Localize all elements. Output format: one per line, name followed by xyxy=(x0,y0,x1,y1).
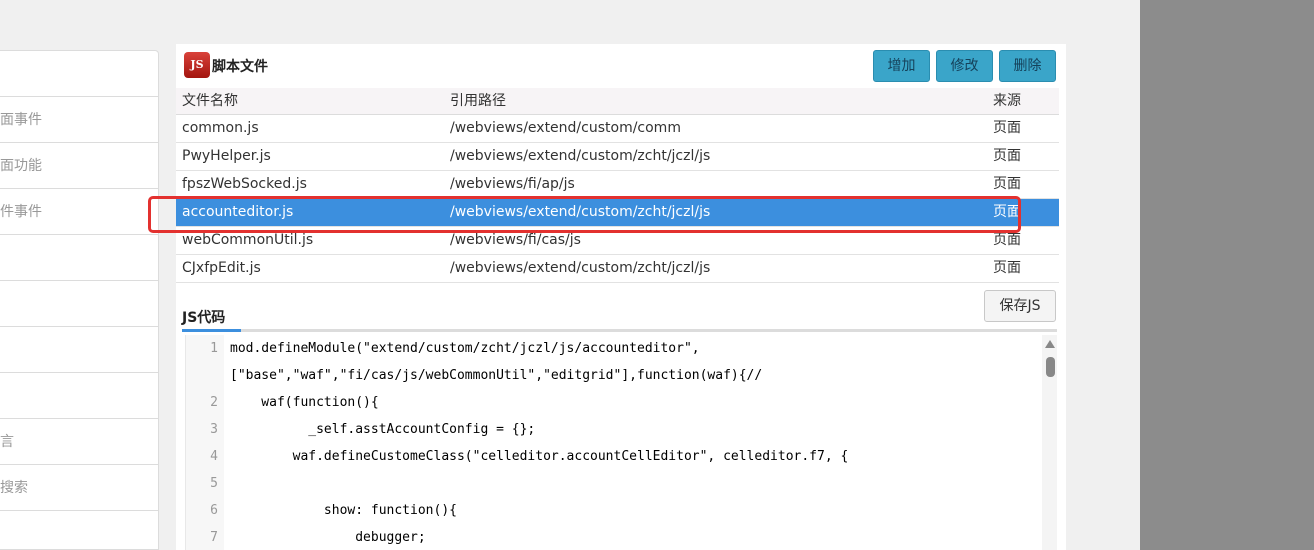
sidebar-item[interactable]: 言 xyxy=(0,419,158,465)
table-header: 文件名称 引用路径 来源 xyxy=(176,88,1059,115)
line-number: 7 xyxy=(210,530,218,545)
table-row[interactable]: CJxfpEdit.js /webviews/extend/custom/zch… xyxy=(176,255,1059,283)
file-name-cell: PwyHelper.js xyxy=(182,148,271,164)
line-number: 6 xyxy=(210,503,218,518)
code-line: 4 waf.defineCustomeClass("celleditor.acc… xyxy=(186,443,1041,470)
js-file-icon: JS xyxy=(184,52,210,78)
file-source-cell: 页面 xyxy=(993,120,1021,136)
sidebar-item[interactable]: 面功能 xyxy=(0,143,158,189)
code-text: debugger; xyxy=(230,530,426,545)
panel-title: 脚本文件 xyxy=(212,59,268,75)
scroll-up-arrow-icon[interactable] xyxy=(1045,340,1055,348)
table-row[interactable]: common.js /webviews/extend/custom/comm 页… xyxy=(176,115,1059,143)
tab-active-indicator xyxy=(182,329,241,332)
code-line: 1 mod.defineModule("extend/custom/zcht/j… xyxy=(186,335,1041,362)
add-button[interactable]: 增加 xyxy=(873,50,930,82)
table-row[interactable]: PwyHelper.js /webviews/extend/custom/zch… xyxy=(176,143,1059,171)
code-line: 7 debugger; xyxy=(186,524,1041,550)
code-text: waf(function(){ xyxy=(230,395,379,410)
selection-highlight-box xyxy=(148,196,1021,233)
column-header-path: 引用路径 xyxy=(450,93,506,109)
code-line: 3 _self.asstAccountConfig = {}; xyxy=(186,416,1041,443)
file-source-cell: 页面 xyxy=(993,148,1021,164)
file-source-cell: 页面 xyxy=(993,260,1021,276)
right-gray-area xyxy=(1140,0,1314,550)
file-name-cell: fpszWebSocked.js xyxy=(182,176,307,192)
tab-underline xyxy=(182,329,1057,332)
code-text: mod.defineModule("extend/custom/zcht/jcz… xyxy=(230,341,700,356)
sidebar-item[interactable] xyxy=(0,327,158,373)
column-header-source: 来源 xyxy=(993,93,1021,109)
sidebar-item[interactable]: 面事件 xyxy=(0,97,158,143)
vertical-scrollbar[interactable] xyxy=(1042,335,1057,550)
panel-header: JS 脚本文件 增加 修改 删除 xyxy=(176,44,1066,86)
file-path-cell: /webviews/extend/custom/zcht/jczl/js xyxy=(450,260,711,276)
code-editor[interactable]: 1 mod.defineModule("extend/custom/zcht/j… xyxy=(185,335,1057,550)
code-line: ["base","waf","fi/cas/js/webCommonUtil",… xyxy=(186,362,1041,389)
line-number: 5 xyxy=(210,476,218,491)
sidebar-item[interactable]: 件事件 xyxy=(0,189,158,235)
code-line: 6 show: function(){ xyxy=(186,497,1041,524)
delete-button[interactable]: 删除 xyxy=(999,50,1056,82)
file-source-cell: 页面 xyxy=(993,176,1021,192)
code-text: show: function(){ xyxy=(230,503,457,518)
save-js-button[interactable]: 保存JS xyxy=(984,290,1056,322)
code-line: 5 xyxy=(186,470,1041,497)
code-text: waf.defineCustomeClass("celleditor.accou… xyxy=(230,449,849,464)
left-sidebar: 面事件 面功能 件事件 言 搜索 xyxy=(0,50,159,550)
file-path-cell: /webviews/extend/custom/zcht/jczl/js xyxy=(450,148,711,164)
file-path-cell: /webviews/fi/ap/js xyxy=(450,176,575,192)
line-number: 4 xyxy=(210,449,218,464)
edit-button[interactable]: 修改 xyxy=(936,50,993,82)
line-number: 3 xyxy=(210,422,218,437)
scroll-thumb[interactable] xyxy=(1046,357,1055,377)
sidebar-item[interactable] xyxy=(0,51,158,97)
file-path-cell: /webviews/extend/custom/comm xyxy=(450,120,681,136)
line-number: 1 xyxy=(210,341,218,356)
sidebar-item[interactable] xyxy=(0,281,158,327)
script-files-panel: JS 脚本文件 增加 修改 删除 文件名称 引用路径 来源 common.js … xyxy=(176,44,1066,550)
code-line: 2 waf(function(){ xyxy=(186,389,1041,416)
file-name-cell: common.js xyxy=(182,120,259,136)
sidebar-item[interactable] xyxy=(0,373,158,419)
file-name-cell: CJxfpEdit.js xyxy=(182,260,261,276)
table-row[interactable]: fpszWebSocked.js /webviews/fi/ap/js 页面 xyxy=(176,171,1059,199)
code-text: ["base","waf","fi/cas/js/webCommonUtil",… xyxy=(230,368,763,383)
column-header-name: 文件名称 xyxy=(182,93,238,109)
script-files-table: 文件名称 引用路径 来源 common.js /webviews/extend/… xyxy=(176,88,1059,283)
sidebar-item[interactable] xyxy=(0,235,158,281)
code-text: _self.asstAccountConfig = {}; xyxy=(230,422,536,437)
sidebar-item[interactable]: 搜索 xyxy=(0,465,158,511)
tab-js-code[interactable]: JS代码 xyxy=(182,307,225,327)
line-number: 2 xyxy=(210,395,218,410)
